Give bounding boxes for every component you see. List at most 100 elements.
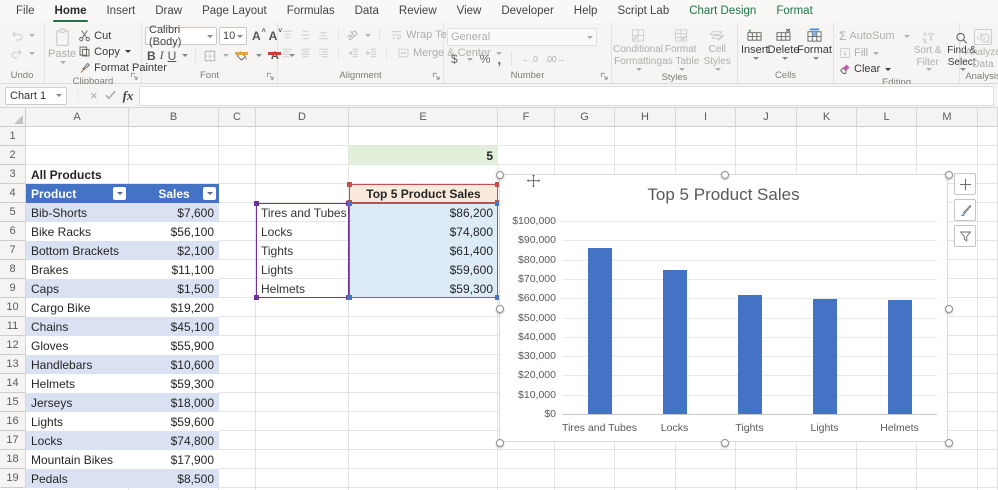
chart-values-range-highlight-handle[interactable] bbox=[347, 295, 352, 300]
cell-product[interactable]: Chains bbox=[26, 317, 129, 336]
cell-top5-category[interactable]: Tights bbox=[256, 241, 349, 260]
cell-top5-category[interactable]: Tires and Tubes bbox=[256, 203, 349, 222]
conditional-formatting-button[interactable]: Conditional Formatting bbox=[615, 26, 661, 71]
cell-top5-value[interactable]: $59,300 bbox=[349, 279, 498, 298]
increase-decimal-button[interactable]: ←.0 bbox=[522, 54, 538, 64]
cell-sales[interactable]: $2,100 bbox=[129, 241, 219, 260]
chart-categories-range-highlight-handle[interactable] bbox=[254, 201, 259, 206]
cell-top-n[interactable]: 5 bbox=[349, 146, 498, 165]
row-header-13[interactable]: 13 bbox=[0, 355, 26, 374]
font-dialog-launcher[interactable] bbox=[266, 72, 275, 81]
ribbon-tab-formulas[interactable]: Formulas bbox=[277, 0, 345, 23]
cell-sales[interactable]: $11,100 bbox=[129, 260, 219, 279]
fill-color-button[interactable] bbox=[233, 51, 250, 61]
row-header-16[interactable]: 16 bbox=[0, 412, 26, 431]
chart-elements-button[interactable] bbox=[954, 173, 976, 195]
chart-bar-tights[interactable] bbox=[738, 295, 762, 414]
chart-bar-lights[interactable] bbox=[813, 299, 837, 414]
cell-product[interactable]: Helmets bbox=[26, 374, 129, 393]
chart-selection-handle[interactable] bbox=[945, 305, 953, 313]
cell-top5-value[interactable]: $86,200 bbox=[349, 203, 498, 222]
cell-styles-button[interactable]: Cell Styles bbox=[700, 26, 734, 71]
ribbon-tab-home[interactable]: Home bbox=[45, 0, 97, 23]
cell-product[interactable]: Brakes bbox=[26, 260, 129, 279]
column-header-K[interactable]: K bbox=[797, 108, 857, 127]
redo-button[interactable] bbox=[8, 46, 37, 61]
chart-title[interactable]: Top 5 Product Sales bbox=[500, 185, 947, 205]
row-header-3[interactable]: 3 bbox=[0, 165, 26, 184]
accounting-format-button[interactable]: $ bbox=[451, 52, 458, 66]
number-dialog-launcher[interactable] bbox=[600, 72, 609, 81]
product-filter-button[interactable] bbox=[113, 187, 126, 200]
ribbon-tab-insert[interactable]: Insert bbox=[96, 0, 145, 23]
cell-sales[interactable]: $45,100 bbox=[129, 317, 219, 336]
row-header-4[interactable]: 4 bbox=[0, 184, 26, 203]
align-right-icon[interactable] bbox=[317, 47, 330, 59]
name-box[interactable]: Chart 1 bbox=[5, 87, 67, 105]
cell-product[interactable]: Gloves bbox=[26, 336, 129, 355]
column-header-G[interactable]: G bbox=[555, 108, 615, 127]
decrease-decimal-button[interactable]: .00→ bbox=[545, 54, 565, 64]
cell-product[interactable]: Bottom Brackets bbox=[26, 241, 129, 260]
cell-product[interactable]: Handlebars bbox=[26, 355, 129, 374]
column-header-partial[interactable] bbox=[978, 108, 998, 127]
underline-button[interactable]: U bbox=[168, 49, 177, 63]
cell-product[interactable]: Bib-Shorts bbox=[26, 203, 129, 222]
row-header-8[interactable]: 8 bbox=[0, 260, 26, 279]
cell-sales[interactable]: $74,800 bbox=[129, 431, 219, 450]
row-header-7[interactable]: 7 bbox=[0, 241, 26, 260]
row-header-18[interactable]: 18 bbox=[0, 450, 26, 469]
borders-dropdown[interactable] bbox=[223, 54, 229, 57]
enter-formula-icon[interactable] bbox=[105, 89, 116, 103]
align-middle-icon[interactable] bbox=[299, 29, 312, 41]
column-header-M[interactable]: M bbox=[917, 108, 978, 127]
ribbon-tab-review[interactable]: Review bbox=[389, 0, 447, 23]
cell-sales[interactable]: $59,600 bbox=[129, 412, 219, 431]
fill-color-dropdown[interactable] bbox=[256, 54, 262, 57]
chart-title-range-highlight-handle[interactable] bbox=[347, 182, 352, 187]
underline-dropdown[interactable] bbox=[182, 54, 188, 57]
alignment-dialog-launcher[interactable] bbox=[432, 72, 441, 81]
chart-selection-handle[interactable] bbox=[496, 171, 504, 179]
cell-product[interactable]: Jerseys bbox=[26, 393, 129, 412]
chart-selection-handle[interactable] bbox=[496, 305, 504, 313]
ribbon-tab-script-lab[interactable]: Script Lab bbox=[607, 0, 679, 23]
cell-product[interactable]: Pedals bbox=[26, 469, 129, 488]
cell-sales[interactable]: $17,900 bbox=[129, 450, 219, 469]
cell-product[interactable]: Caps bbox=[26, 279, 129, 298]
comma-style-button[interactable]: , bbox=[497, 51, 501, 67]
align-center-icon[interactable] bbox=[299, 47, 312, 59]
cell-product[interactable]: Locks bbox=[26, 431, 129, 450]
ribbon-tab-developer[interactable]: Developer bbox=[491, 0, 563, 23]
row-header-9[interactable]: 9 bbox=[0, 279, 26, 298]
ribbon-tab-format[interactable]: Format bbox=[766, 0, 822, 23]
cell-top5-value[interactable]: $61,400 bbox=[349, 241, 498, 260]
column-header-F[interactable]: F bbox=[498, 108, 555, 127]
row-header-11[interactable]: 11 bbox=[0, 317, 26, 336]
ribbon-tab-page-layout[interactable]: Page Layout bbox=[192, 0, 277, 23]
ribbon-tab-file[interactable]: File bbox=[6, 0, 45, 23]
autosum-button[interactable]: ΣAutoSum bbox=[837, 28, 912, 44]
insert-cells-button[interactable]: Insert bbox=[741, 26, 769, 60]
column-header-I[interactable]: I bbox=[676, 108, 736, 127]
insert-function-icon[interactable]: fx bbox=[123, 88, 134, 104]
orientation-dropdown[interactable] bbox=[365, 34, 371, 37]
column-header-L[interactable]: L bbox=[857, 108, 917, 127]
sort-filter-button[interactable]: Sort & Filter bbox=[914, 29, 942, 71]
clear-button[interactable]: Clear bbox=[837, 62, 912, 76]
undo-button[interactable] bbox=[8, 28, 37, 43]
analyze-data-button[interactable]: Analyze Data bbox=[963, 26, 998, 70]
cell-top5-category[interactable]: Lights bbox=[256, 260, 349, 279]
increase-font-button[interactable]: A˄ bbox=[249, 29, 264, 43]
borders-button[interactable] bbox=[203, 49, 217, 63]
cell-top5-value[interactable]: $74,800 bbox=[349, 222, 498, 241]
column-header-J[interactable]: J bbox=[736, 108, 797, 127]
column-header-B[interactable]: B bbox=[129, 108, 219, 127]
select-all-corner[interactable] bbox=[0, 108, 26, 127]
cell-sales[interactable]: $59,300 bbox=[129, 374, 219, 393]
row-header-6[interactable]: 6 bbox=[0, 222, 26, 241]
number-format-select[interactable]: General bbox=[447, 28, 597, 46]
cancel-formula-icon[interactable]: × bbox=[90, 88, 98, 103]
cell-sales[interactable]: $55,900 bbox=[129, 336, 219, 355]
column-header-C[interactable]: C bbox=[219, 108, 256, 127]
